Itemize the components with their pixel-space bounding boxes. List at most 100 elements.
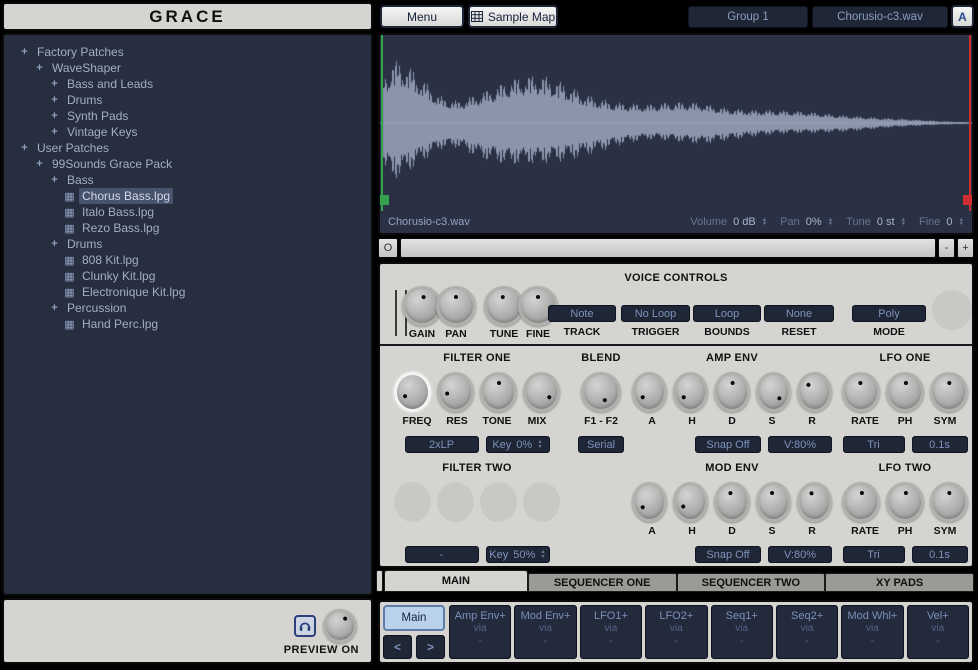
tree-expand-icon[interactable]: + [33, 62, 46, 74]
zoom-in-button[interactable]: + [957, 238, 974, 258]
tab-xy-pads[interactable]: XY PADS [825, 573, 974, 592]
a-button[interactable]: A [951, 5, 974, 28]
select-amp_env-snap-off[interactable]: Snap Off [695, 436, 761, 453]
tree-item-drums[interactable]: +Drums [4, 236, 371, 252]
select-lfo_one-0-1s[interactable]: 0.1s [912, 436, 968, 453]
zoom-out-button[interactable]: - [938, 238, 955, 258]
sample-end-marker[interactable] [969, 35, 971, 211]
knob-h[interactable] [673, 482, 708, 522]
mod-slot-seq1[interactable]: Seq1+via- [711, 605, 773, 659]
mod-slot-vel[interactable]: Vel+via- [907, 605, 969, 659]
mod-slot-mod-env[interactable]: Mod Env+via- [514, 605, 576, 659]
knob-a[interactable] [632, 482, 667, 522]
tree-expand-icon[interactable]: + [48, 238, 61, 250]
select-track[interactable]: Note [548, 305, 616, 322]
tree-expand-icon[interactable]: + [48, 94, 61, 106]
knob-freq[interactable] [394, 372, 431, 412]
knob-preview[interactable] [323, 609, 357, 643]
knob-a[interactable] [632, 372, 667, 412]
knob-ph[interactable] [886, 372, 924, 412]
select-filter_one-2xlp[interactable]: 2xLP [405, 436, 479, 453]
tree-item-clunky-kit-lpg[interactable]: ▦Clunky Kit.lpg [4, 268, 371, 284]
prev-slot-button[interactable]: < [383, 635, 412, 659]
tab-sequencer-two[interactable]: SEQUENCER TWO [677, 573, 826, 592]
tab-main[interactable]: MAIN [384, 570, 528, 592]
knob-r[interactable] [797, 372, 832, 412]
sample-end-handle[interactable] [963, 195, 972, 205]
tree-expand-icon[interactable]: + [48, 78, 61, 90]
tree-item-percussion[interactable]: +Percussion [4, 300, 371, 316]
sample-start-handle[interactable] [380, 195, 389, 205]
param-stepper-pan[interactable]: ▲▼ [828, 218, 833, 227]
knob-mix[interactable] [523, 372, 560, 412]
sample-start-marker[interactable] [381, 35, 383, 211]
tree-item-bass[interactable]: +Bass [4, 172, 371, 188]
zoom-reset-button[interactable]: O [378, 238, 398, 258]
param-stepper-tune[interactable]: ▲▼ [901, 218, 906, 227]
knob-sym[interactable] [930, 482, 968, 522]
tree-item-rezo-bass-lpg[interactable]: ▦Rezo Bass.lpg [4, 220, 371, 236]
select-amp_env-v-80[interactable]: V:80% [768, 436, 832, 453]
tree-item-electronique-kit-lpg[interactable]: ▦Electronique Kit.lpg [4, 284, 371, 300]
tree-item-chorus-bass-lpg[interactable]: ▦Chorus Bass.lpg [4, 188, 371, 204]
tree-item-808-kit-lpg[interactable]: ▦808 Kit.lpg [4, 252, 371, 268]
main-slot-button[interactable]: Main [383, 605, 445, 631]
tree-item-waveshaper[interactable]: +WaveShaper [4, 60, 371, 76]
select-reset[interactable]: None [764, 305, 834, 322]
knob-s[interactable] [756, 482, 791, 522]
tree-item-synth-pads[interactable]: +Synth Pads [4, 108, 371, 124]
mod-slot-seq2[interactable]: Seq2+via- [776, 605, 838, 659]
knob-pan[interactable] [436, 286, 476, 326]
knob-ph[interactable] [886, 482, 924, 522]
mod-slot-lfo1[interactable]: LFO1+via- [580, 605, 642, 659]
select-filter_one-key[interactable]: Key0%▲▼ [486, 436, 550, 453]
knob-d[interactable] [714, 372, 749, 412]
knob-sym[interactable] [930, 372, 968, 412]
tree-expand-icon[interactable]: + [18, 142, 31, 154]
tree-item-vintage-keys[interactable]: +Vintage Keys [4, 124, 371, 140]
tree-item-factory-patches[interactable]: +Factory Patches [4, 44, 371, 60]
knob-s[interactable] [756, 372, 791, 412]
select-filter_two-key[interactable]: Key50%▲▼ [486, 546, 550, 563]
tree-expand-icon[interactable]: + [33, 158, 46, 170]
select-trigger[interactable]: No Loop [621, 305, 690, 322]
tree-item-bass-and-leads[interactable]: +Bass and Leads [4, 76, 371, 92]
tree-expand-icon[interactable]: + [18, 46, 31, 58]
knob-rate[interactable] [842, 372, 880, 412]
sample-map-button[interactable]: Sample Map [468, 5, 558, 28]
param-stepper-fine[interactable]: ▲▼ [959, 218, 964, 227]
knob-r[interactable] [797, 482, 832, 522]
mod-slot-mod-whl[interactable]: Mod Whl+via- [841, 605, 903, 659]
mod-slot-amp-env[interactable]: Amp Env+via- [449, 605, 511, 659]
tree-item-user-patches[interactable]: +User Patches [4, 140, 371, 156]
knob-d[interactable] [714, 482, 749, 522]
mod-slot-lfo2[interactable]: LFO2+via- [645, 605, 707, 659]
tree-expand-icon[interactable]: + [48, 126, 61, 138]
knob-tone[interactable] [480, 372, 517, 412]
tab-sequencer-one[interactable]: SEQUENCER ONE [528, 573, 677, 592]
select-mod_env-snap-off[interactable]: Snap Off [695, 546, 761, 563]
knob-h[interactable] [673, 372, 708, 412]
preview-toggle-button[interactable] [294, 615, 316, 637]
select-blend-serial[interactable]: Serial [578, 436, 624, 453]
tree-item-hand-perc-lpg[interactable]: ▦Hand Perc.lpg [4, 316, 371, 332]
menu-button[interactable]: Menu [380, 5, 464, 28]
tree-expand-icon[interactable]: + [48, 174, 61, 186]
next-slot-button[interactable]: > [416, 635, 445, 659]
select-mode[interactable]: Poly [852, 305, 926, 322]
group-selector-button[interactable]: Group 1 [688, 6, 808, 28]
stepper-arrows-filter_two[interactable]: ▲▼ [540, 550, 545, 559]
select-lfo_two-0-1s[interactable]: 0.1s [912, 546, 968, 563]
tree-expand-icon[interactable]: + [48, 302, 61, 314]
knob-f1-f2[interactable] [581, 372, 621, 412]
select-lfo_two-tri[interactable]: Tri [843, 546, 905, 563]
select-lfo_one-tri[interactable]: Tri [843, 436, 905, 453]
select-mod_env-v-80[interactable]: V:80% [768, 546, 832, 563]
tree-item-99sounds-grace-pack[interactable]: +99Sounds Grace Pack [4, 156, 371, 172]
knob-res[interactable] [437, 372, 474, 412]
knob-rate[interactable] [842, 482, 880, 522]
zoom-scrollbar-thumb[interactable] [400, 238, 936, 258]
tree-item-italo-bass-lpg[interactable]: ▦Italo Bass.lpg [4, 204, 371, 220]
sample-selector-button[interactable]: Chorusio-c3.wav [812, 6, 948, 28]
param-stepper-volume[interactable]: ▲▼ [762, 218, 767, 227]
